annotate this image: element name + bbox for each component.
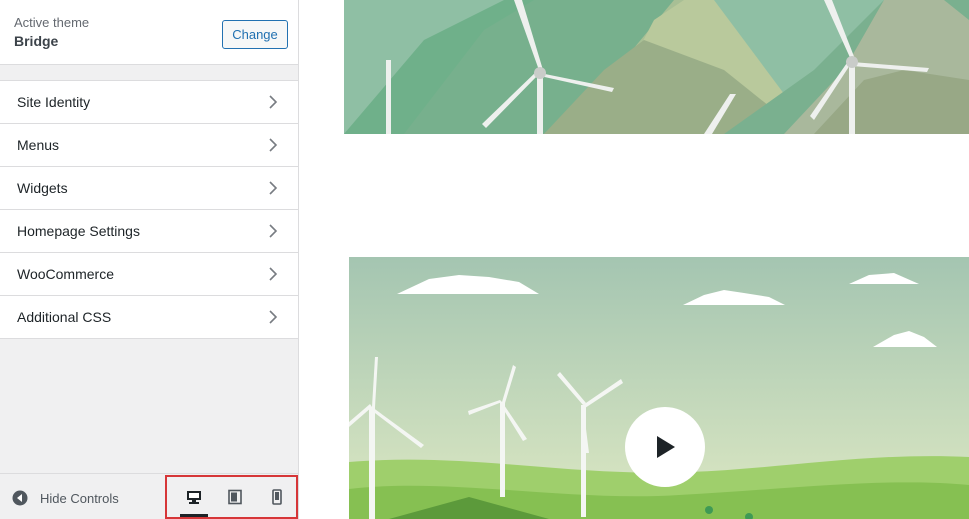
- desktop-preview-button[interactable]: [174, 477, 214, 517]
- chevron-right-icon: [269, 138, 278, 152]
- menu-item-woocommerce[interactable]: WooCommerce: [0, 253, 298, 296]
- menu-item-label: Homepage Settings: [17, 223, 140, 239]
- menu-item-additional-css[interactable]: Additional CSS: [0, 296, 298, 339]
- chevron-right-icon: [269, 181, 278, 195]
- menu-item-homepage-settings[interactable]: Homepage Settings: [0, 210, 298, 253]
- menu-item-label: Menus: [17, 137, 60, 153]
- menu-item-widgets[interactable]: Widgets: [0, 167, 298, 210]
- chevron-right-icon: [269, 310, 278, 324]
- desktop-icon: [187, 491, 201, 504]
- mobile-icon: [272, 489, 282, 505]
- menu-item-label: Widgets: [17, 180, 68, 196]
- video-play-button[interactable]: [625, 407, 705, 487]
- mobile-preview-button[interactable]: [257, 477, 297, 517]
- tablet-icon: [228, 489, 242, 505]
- hide-controls-label: Hide Controls: [40, 490, 119, 506]
- menu-item-label: Additional CSS: [17, 309, 112, 325]
- change-theme-button[interactable]: Change: [222, 20, 288, 49]
- site-preview: [299, 0, 969, 519]
- tablet-preview-button[interactable]: [215, 477, 255, 517]
- play-icon: [657, 436, 675, 458]
- chevron-right-icon: [269, 95, 278, 109]
- collapse-arrow-icon: [12, 490, 28, 506]
- active-theme-name: Bridge: [14, 33, 59, 49]
- customizer-sidebar: Active theme Bridge Change Site Identity…: [0, 0, 299, 519]
- menu-item-menus[interactable]: Menus: [0, 124, 298, 167]
- hero-banner-image: [344, 0, 969, 134]
- hide-controls-button[interactable]: Hide Controls: [12, 488, 119, 508]
- chevron-right-icon: [269, 267, 278, 281]
- chevron-right-icon: [269, 224, 278, 238]
- menu-item-label: WooCommerce: [17, 266, 114, 282]
- active-theme-panel: Active theme Bridge Change: [0, 0, 298, 65]
- menu-item-site-identity[interactable]: Site Identity: [0, 81, 298, 124]
- menu-item-label: Site Identity: [17, 94, 91, 110]
- device-preview-toggles: [165, 475, 298, 519]
- customizer-menu: Site Identity Menus Widgets Homepage Set…: [0, 80, 298, 339]
- customizer-footer: Hide Controls: [0, 473, 298, 519]
- active-theme-label: Active theme: [14, 15, 90, 30]
